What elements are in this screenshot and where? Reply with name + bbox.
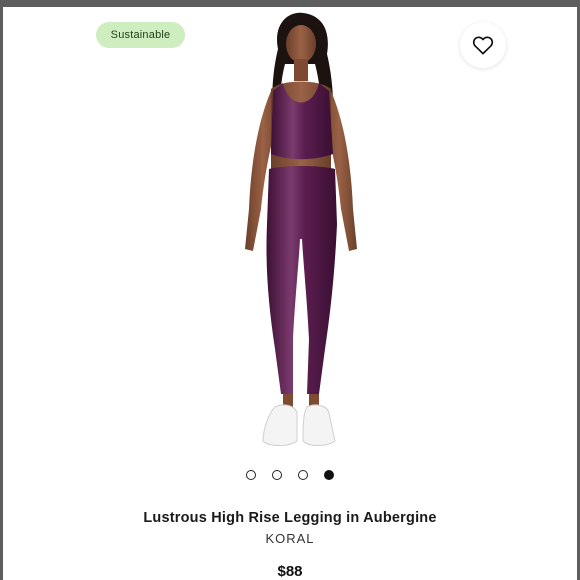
sustainable-badge: Sustainable	[96, 22, 185, 48]
gallery-dot-3[interactable]	[298, 470, 308, 480]
heart-icon	[472, 36, 494, 55]
screenshot-frame: Sustainable Lustrous High Rise Legging i…	[0, 0, 580, 580]
gallery-pagination	[3, 470, 577, 482]
product-price: $88	[277, 563, 303, 580]
gallery-dot-1[interactable]	[246, 470, 256, 480]
product-card: Sustainable Lustrous High Rise Legging i…	[3, 7, 577, 580]
product-title[interactable]: Lustrous High Rise Legging in Aubergine	[3, 510, 577, 526]
favorite-button[interactable]	[460, 22, 506, 68]
gallery-dot-2[interactable]	[272, 470, 282, 480]
gallery-dot-4[interactable]	[324, 470, 334, 480]
product-image[interactable]	[223, 9, 373, 454]
product-brand[interactable]: KORAL	[3, 531, 577, 546]
